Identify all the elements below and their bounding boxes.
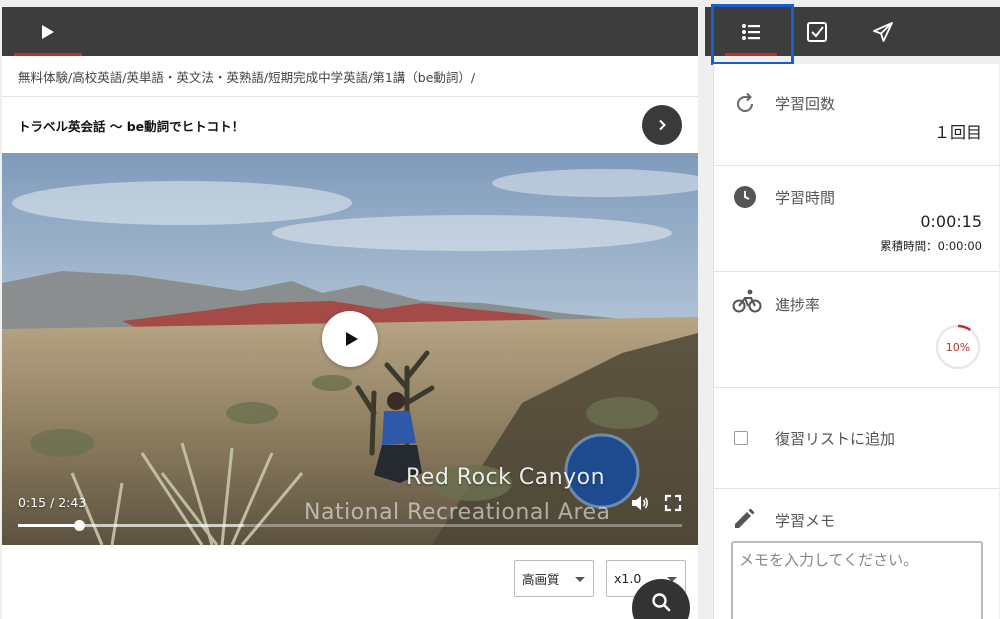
study-count-value: １回目 bbox=[933, 123, 982, 142]
send-icon bbox=[873, 21, 893, 42]
breadcrumb: 無料体験/高校英語/英単語・英文法・英熟語/短期完成中学英語/第1講（be動詞）… bbox=[2, 56, 698, 97]
bicycle-icon bbox=[732, 288, 762, 314]
review-section: 復習リストに追加 bbox=[714, 388, 999, 489]
tab-study-info[interactable] bbox=[715, 7, 787, 56]
speed-select-value: x1.0 bbox=[614, 571, 642, 586]
video-column: 無料体験/高校英語/英単語・英文法・英熟語/短期完成中学英語/第1講（be動詞）… bbox=[2, 7, 698, 619]
checkbox-icon bbox=[807, 21, 827, 42]
refresh-icon bbox=[732, 91, 758, 117]
progress-section: 進捗率 10% bbox=[714, 272, 999, 388]
video-player[interactable]: Red Rock Canyon National Recreational Ar… bbox=[2, 153, 698, 545]
chevron-right-icon bbox=[659, 119, 666, 131]
video-overlay-subtitle: National Recreational Area bbox=[304, 500, 611, 525]
pencil-icon bbox=[732, 506, 756, 532]
study-count-section: 学習回数 １回目 bbox=[714, 64, 999, 166]
study-info-panel: 学習回数 １回目 学習時間 0:00:15 累積時間：0:00:00 進捗率 1… bbox=[713, 64, 999, 619]
next-lesson-button[interactable] bbox=[642, 105, 682, 145]
fullscreen-icon bbox=[664, 494, 682, 512]
study-time-value: 0:00:15 bbox=[920, 212, 982, 231]
list-icon bbox=[742, 23, 760, 40]
search-icon bbox=[652, 593, 671, 612]
video-time: 0:15 / 2:43 bbox=[18, 495, 87, 510]
memo-input[interactable] bbox=[731, 541, 983, 619]
quality-select-value: 高画質 bbox=[522, 572, 560, 587]
play-icon bbox=[42, 24, 54, 39]
volume-icon bbox=[632, 496, 649, 510]
video-played bbox=[18, 524, 80, 527]
study-time-label: 学習時間 bbox=[775, 189, 836, 207]
review-label[interactable]: 復習リストに追加 bbox=[775, 428, 895, 449]
progress-label: 進捗率 bbox=[775, 296, 821, 314]
dropdown-caret-icon bbox=[575, 577, 585, 582]
clock-icon bbox=[732, 184, 758, 210]
video-play-button[interactable] bbox=[322, 311, 378, 367]
fullscreen-button[interactable] bbox=[663, 494, 683, 512]
progress-ring: 10% bbox=[934, 323, 982, 371]
tab-send[interactable] bbox=[853, 7, 913, 56]
side-tab-bar bbox=[705, 7, 1000, 56]
memo-label: 学習メモ bbox=[775, 512, 836, 530]
lesson-title: トラベル英会話 〜 be動詞でヒトコト！ bbox=[18, 118, 245, 134]
study-time-total: 累積時間：0:00:00 bbox=[880, 239, 982, 253]
video-seek-handle[interactable] bbox=[74, 520, 86, 531]
progress-value: 10% bbox=[945, 340, 971, 354]
play-icon bbox=[345, 332, 358, 346]
volume-button[interactable] bbox=[630, 494, 650, 512]
quality-select[interactable]: 高画質 bbox=[514, 560, 594, 597]
video-progress-bar[interactable] bbox=[18, 520, 682, 531]
tab-video[interactable] bbox=[14, 7, 82, 56]
video-tab-bar bbox=[2, 7, 698, 56]
lesson-title-bar: トラベル英会話 〜 be動詞でヒトコト！ bbox=[2, 97, 698, 153]
study-time-section: 学習時間 0:00:15 累積時間：0:00:00 bbox=[714, 166, 999, 272]
player-options: 高画質 x1.0 bbox=[2, 545, 698, 619]
review-checkbox[interactable] bbox=[734, 431, 748, 445]
study-count-label: 学習回数 bbox=[775, 95, 836, 113]
video-overlay-title: Red Rock Canyon bbox=[406, 465, 606, 490]
tab-check[interactable] bbox=[787, 7, 847, 56]
